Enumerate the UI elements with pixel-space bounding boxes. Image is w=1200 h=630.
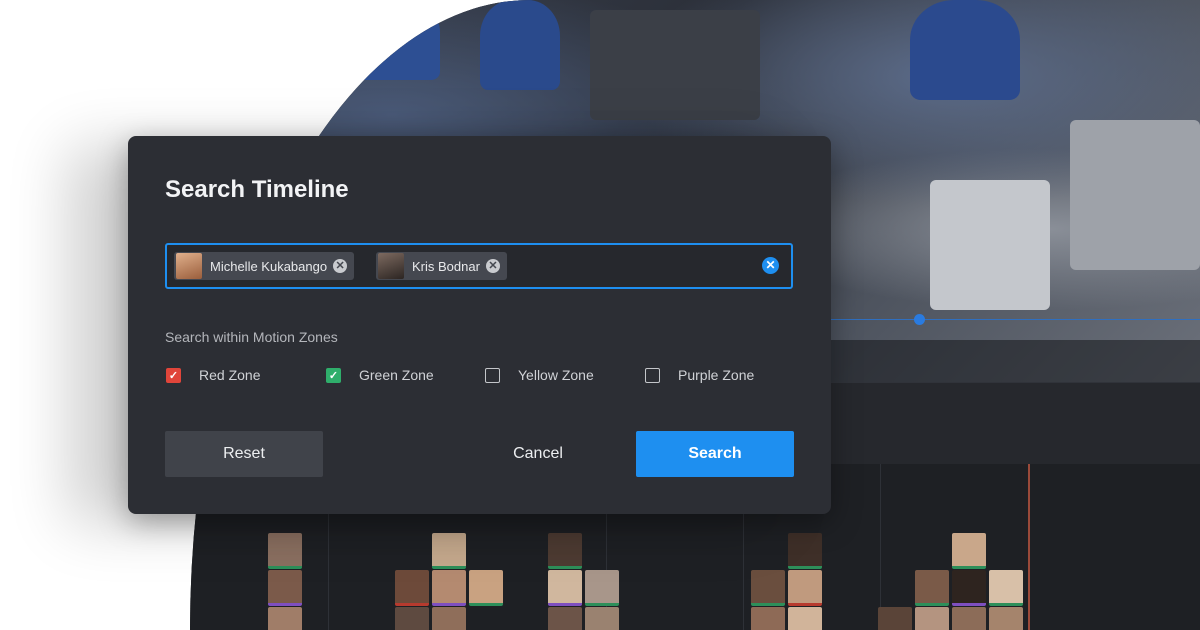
zone-label: Green Zone	[359, 367, 434, 383]
checkbox-empty-icon[interactable]	[645, 367, 660, 383]
timeline-face-thumbnail[interactable]	[585, 607, 619, 630]
scrubber-handle[interactable]	[914, 314, 925, 325]
checkbox-checked-icon[interactable]: ✓	[166, 367, 181, 383]
timeline-face-thumbnail[interactable]	[878, 607, 912, 630]
person-avatar	[378, 253, 404, 279]
zone-checkbox-red[interactable]: ✓ Red Zone	[166, 367, 260, 383]
zone-checkbox-green[interactable]: ✓ Green Zone	[326, 367, 434, 383]
timeline-gridline	[880, 464, 881, 630]
close-circle-icon[interactable]: ✕	[333, 259, 348, 273]
timeline-current-marker	[1028, 464, 1030, 630]
person-figure	[350, 0, 440, 80]
search-timeline-dialog: Search Timeline Michelle Kukabango ✕ Kri…	[128, 136, 831, 514]
checkbox-empty-icon[interactable]	[485, 367, 500, 383]
timeline-face-thumbnail[interactable]	[469, 570, 503, 606]
checkbox-checked-icon[interactable]: ✓	[326, 367, 341, 383]
zone-label: Red Zone	[199, 367, 261, 383]
motion-zones-label: Search within Motion Zones	[165, 329, 338, 345]
cancel-button[interactable]: Cancel	[459, 431, 617, 477]
timeline-face-thumbnail[interactable]	[989, 570, 1023, 606]
timeline-face-thumbnail[interactable]	[788, 570, 822, 606]
timeline-face-thumbnail[interactable]	[915, 607, 949, 630]
chip-label: Kris Bodnar	[412, 258, 480, 274]
search-button[interactable]: Search	[636, 431, 794, 477]
timeline-face-thumbnail[interactable]	[989, 607, 1023, 630]
timeline-face-thumbnail[interactable]	[395, 570, 429, 606]
dialog-title: Search Timeline	[165, 176, 349, 203]
zone-checkbox-yellow[interactable]: Yellow Zone	[485, 367, 594, 383]
zone-label: Yellow Zone	[518, 367, 594, 383]
timeline-face-thumbnail[interactable]	[268, 570, 302, 606]
machine-shape	[1070, 120, 1200, 270]
timeline-face-thumbnail[interactable]	[952, 570, 986, 606]
timeline-face-thumbnail[interactable]	[548, 607, 582, 630]
person-chip[interactable]: Kris Bodnar ✕	[376, 252, 507, 280]
timeline-face-thumbnail[interactable]	[268, 533, 302, 569]
timeline-face-thumbnail[interactable]	[788, 607, 822, 630]
timeline-face-thumbnail[interactable]	[432, 607, 466, 630]
person-avatar	[176, 253, 202, 279]
person-search-input[interactable]: Michelle Kukabango ✕ Kris Bodnar ✕ ✕	[165, 243, 793, 289]
timeline-face-thumbnail[interactable]	[788, 533, 822, 569]
reset-button[interactable]: Reset	[165, 431, 323, 477]
luggage-shape	[590, 10, 760, 120]
close-circle-icon[interactable]: ✕	[485, 259, 500, 273]
timeline-face-thumbnail[interactable]	[548, 570, 582, 606]
timeline-face-thumbnail[interactable]	[952, 607, 986, 630]
timeline-face-thumbnail[interactable]	[585, 570, 619, 606]
timeline-face-thumbnail[interactable]	[751, 607, 785, 630]
person-chip[interactable]: Michelle Kukabango ✕	[174, 252, 355, 280]
timeline-face-thumbnail[interactable]	[548, 533, 582, 569]
zone-checkbox-purple[interactable]: Purple Zone	[645, 367, 754, 383]
timeline-face-thumbnail[interactable]	[751, 570, 785, 606]
person-figure	[910, 0, 1020, 100]
timeline-face-thumbnail[interactable]	[915, 570, 949, 606]
timeline-face-thumbnail[interactable]	[432, 570, 466, 606]
chip-label: Michelle Kukabango	[210, 258, 328, 274]
timeline-face-thumbnail[interactable]	[395, 607, 429, 630]
timeline-face-thumbnail[interactable]	[268, 607, 302, 630]
person-figure	[480, 0, 560, 90]
zone-label: Purple Zone	[678, 367, 755, 383]
timeline-face-thumbnail[interactable]	[952, 533, 986, 569]
timeline-face-thumbnail[interactable]	[432, 533, 466, 569]
clear-search-icon[interactable]: ✕	[762, 257, 779, 274]
monitor-shape	[930, 180, 1050, 310]
